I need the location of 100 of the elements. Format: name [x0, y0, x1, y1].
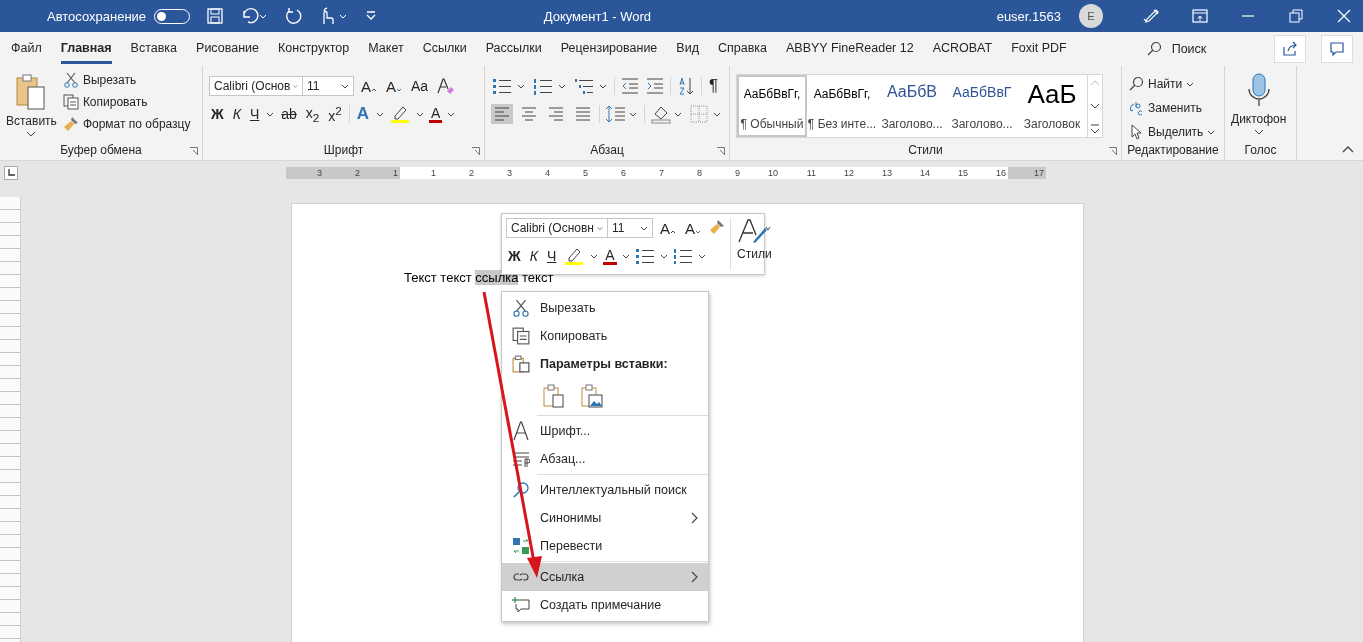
show-marks-button[interactable]: ¶	[707, 76, 721, 96]
ribbon-tab[interactable]: Рассылки	[485, 34, 542, 64]
caret-icon[interactable]	[590, 253, 599, 259]
highlighter-icon[interactable]	[389, 104, 412, 124]
bold-button[interactable]: Ж	[209, 106, 226, 122]
menu-item[interactable]: Вырезать	[502, 294, 708, 322]
menu-item[interactable]: Ссылка	[502, 563, 708, 591]
caret-icon[interactable]	[621, 253, 630, 259]
ribbon-tab[interactable]: Вставка	[130, 34, 178, 64]
undo-icon[interactable]	[240, 7, 269, 25]
ribbon-tab[interactable]: Вид	[676, 34, 699, 64]
redo-icon[interactable]	[284, 7, 303, 25]
highlighter-icon[interactable]	[563, 246, 586, 266]
paste-picture-icon[interactable]	[580, 384, 604, 408]
numbered-list-icon[interactable]	[532, 76, 568, 96]
sort-icon[interactable]	[676, 76, 696, 96]
ribbon-tab[interactable]: Foxit PDF	[1011, 34, 1067, 64]
ribbon-tab[interactable]: ABBYY FineReader 12	[786, 34, 914, 64]
search-field[interactable]: Поиск	[1145, 41, 1207, 57]
ribbon-tab[interactable]: Файл	[11, 34, 42, 64]
style-item[interactable]: АаБбВвГг, ¶ Обычный	[737, 75, 807, 137]
paste-keep-formatting-icon[interactable]	[542, 384, 566, 408]
caret-icon[interactable]	[697, 253, 706, 259]
dialog-launcher-icon[interactable]	[1109, 147, 1117, 155]
superscript-button[interactable]: x$^{2}$	[326, 104, 344, 124]
share-button[interactable]	[1274, 35, 1306, 63]
caret-icon[interactable]	[266, 111, 275, 117]
change-case-button[interactable]: Aa	[409, 78, 431, 94]
font-size-field[interactable]: 11	[607, 218, 653, 238]
clipboard-action[interactable]: Копировать	[62, 94, 191, 110]
ribbon-tab[interactable]: Главная	[60, 34, 112, 64]
menu-item[interactable]: Шрифт...	[502, 417, 708, 445]
bullet-list-icon[interactable]	[491, 76, 527, 96]
italic-button[interactable]: К	[230, 106, 243, 122]
paste-button[interactable]: Вставить	[6, 70, 57, 143]
caret-icon[interactable]	[659, 253, 668, 259]
menu-item[interactable]: Интеллектуальный поиск	[502, 476, 708, 504]
menu-item[interactable]: Копировать	[502, 322, 708, 350]
ribbon-tab[interactable]: ACROBAT	[932, 34, 993, 64]
menu-item[interactable]: Абзац...	[502, 445, 708, 473]
underline-button[interactable]: Ч	[544, 248, 559, 264]
ribbon-tab[interactable]: Конструктор	[278, 34, 350, 64]
editing-action[interactable]: Заменить	[1128, 100, 1218, 116]
font-name-field[interactable]: Calibri (Основ	[209, 76, 303, 96]
ribbon-tab[interactable]: Макет	[368, 34, 404, 64]
font-color-button[interactable]: A	[603, 247, 617, 265]
style-item[interactable]: АаБбВ Заголово...	[877, 75, 947, 137]
editing-action[interactable]: Найти	[1128, 76, 1218, 92]
subscript-button[interactable]: x$_{2}$	[303, 104, 322, 124]
pen-icon[interactable]	[1143, 7, 1161, 25]
dictate-button[interactable]: Диктофон	[1231, 70, 1287, 143]
shrink-font-button[interactable]: A	[683, 219, 704, 237]
menu-item[interactable]: Синонимы	[502, 504, 708, 532]
numbered-list-icon[interactable]	[672, 247, 693, 265]
line-spacing-icon[interactable]	[605, 104, 639, 124]
dialog-launcher-icon[interactable]	[472, 147, 480, 155]
dialog-launcher-icon[interactable]	[190, 147, 198, 155]
clipboard-action[interactable]: Вырезать	[62, 72, 191, 88]
style-item[interactable]: АаБ Заголовок	[1017, 75, 1087, 137]
ribbon-tab[interactable]: Справка	[717, 34, 767, 64]
user-name[interactable]: euser.1563	[996, 8, 1061, 24]
caret-icon[interactable]	[376, 111, 385, 117]
ribbon-tab[interactable]: Ссылки	[422, 34, 467, 64]
ribbon-display-icon[interactable]	[1191, 7, 1209, 25]
save-icon[interactable]	[206, 7, 225, 25]
user-avatar[interactable]: E	[1079, 4, 1103, 28]
clipboard-action[interactable]: Формат по образцу	[62, 116, 191, 132]
shading-icon[interactable]	[650, 104, 684, 124]
menu-item[interactable]: Создать примечание	[502, 591, 708, 619]
styles-button[interactable]: Стили	[730, 218, 772, 270]
ribbon-tab[interactable]: Рецензирование	[560, 34, 658, 64]
style-item[interactable]: АаБбВвГ Заголово...	[947, 75, 1017, 137]
text-effects-button[interactable]: A	[354, 104, 372, 124]
menu-item[interactable]: Перевести	[502, 532, 708, 560]
dialog-launcher-icon[interactable]	[717, 147, 725, 155]
font-color-button[interactable]: A	[429, 105, 443, 123]
shrink-font-button[interactable]: A	[384, 77, 405, 95]
clear-formatting-icon[interactable]	[435, 76, 456, 96]
style-item[interactable]: АаБбВвГг, ¶ Без инте...	[807, 75, 877, 137]
font-size-field[interactable]: 11	[302, 76, 354, 96]
bullet-list-icon[interactable]	[634, 247, 655, 265]
restore-icon[interactable]	[1287, 7, 1305, 25]
ribbon-tab[interactable]: Рисование	[196, 34, 259, 64]
font-name-field[interactable]: Calibri (Основн	[506, 218, 608, 238]
grow-font-button[interactable]: A	[359, 77, 379, 95]
grow-font-button[interactable]: A	[658, 219, 678, 237]
underline-button[interactable]: Ч	[247, 106, 262, 122]
cursor-icon	[1128, 124, 1144, 140]
collapse-ribbon-icon[interactable]	[1341, 144, 1355, 154]
tab-selector-icon[interactable]	[4, 166, 18, 180]
caret-icon	[341, 83, 349, 89]
strikethrough-button[interactable]: ab	[279, 106, 299, 122]
comments-button[interactable]	[1321, 35, 1353, 63]
bold-button[interactable]: Ж	[506, 248, 523, 264]
editing-action[interactable]: Выделить	[1128, 124, 1218, 140]
italic-button[interactable]: К	[527, 248, 540, 264]
close-icon[interactable]	[1335, 7, 1353, 25]
caret-icon[interactable]	[416, 111, 425, 117]
multilevel-list-icon[interactable]	[573, 76, 609, 96]
caret-icon[interactable]	[447, 111, 456, 117]
